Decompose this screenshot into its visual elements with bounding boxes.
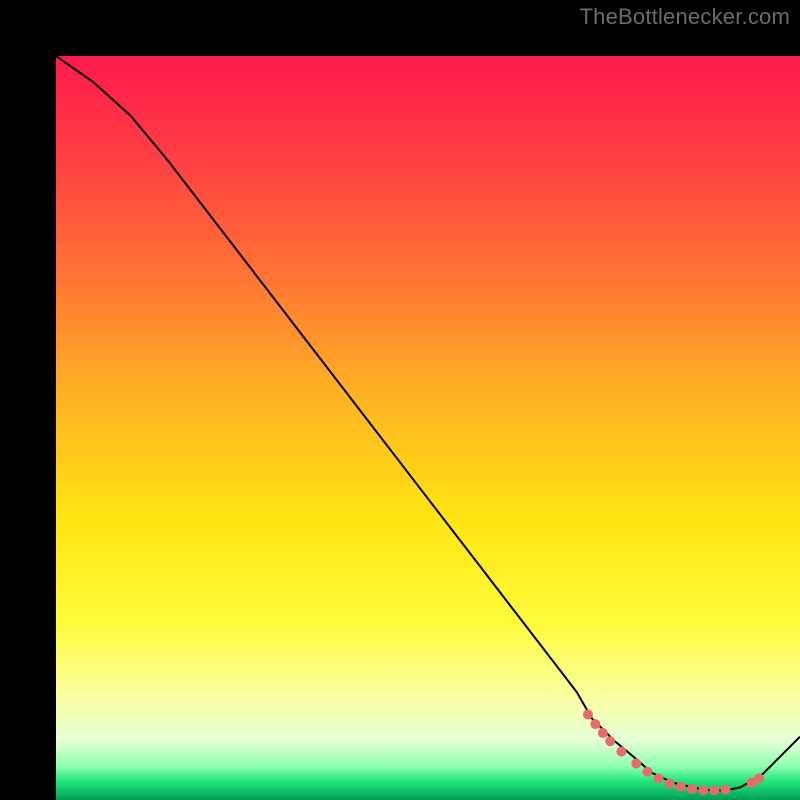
marker-point	[754, 773, 764, 783]
marker-point	[654, 773, 664, 783]
marker-point	[616, 747, 626, 757]
marker-point	[642, 767, 652, 777]
marker-point	[721, 785, 731, 795]
plot-area	[56, 56, 800, 800]
marker-point	[598, 728, 608, 738]
marker-point	[698, 785, 708, 795]
gradient-bg	[56, 56, 800, 800]
marker-point	[631, 759, 641, 769]
marker-point	[687, 784, 697, 794]
attribution-text: TheBottlenecker.com	[580, 4, 790, 30]
marker-point	[605, 736, 615, 746]
chart-svg	[56, 56, 800, 800]
marker-point	[676, 782, 686, 792]
marker-point	[665, 779, 675, 789]
marker-point	[709, 785, 719, 795]
marker-point	[583, 709, 593, 719]
chart-frame	[28, 28, 772, 772]
marker-point	[590, 719, 600, 729]
